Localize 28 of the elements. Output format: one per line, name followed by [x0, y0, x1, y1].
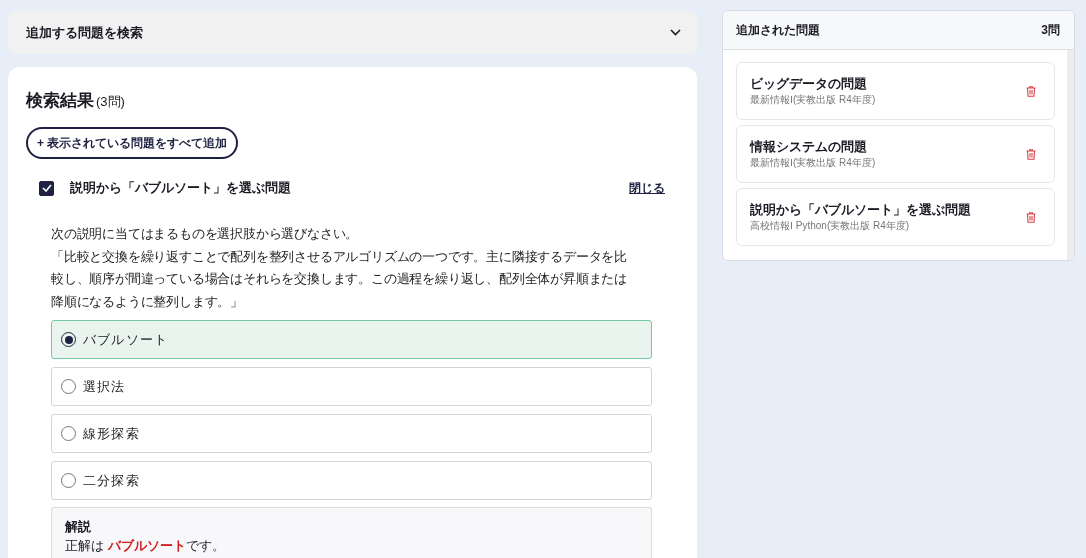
- answer-option[interactable]: 選択法: [51, 367, 652, 406]
- answer-option[interactable]: 二分探索: [51, 461, 652, 500]
- scrollbar[interactable]: [1067, 50, 1074, 260]
- question-source: 最新情報Ⅰ(実教出版 R4年度): [750, 93, 877, 106]
- answer-option[interactable]: バブルソート: [51, 320, 652, 359]
- answer-option[interactable]: 線形探索: [51, 414, 652, 453]
- explanation-title: 解説: [65, 518, 92, 535]
- close-link[interactable]: 閉じる: [629, 179, 665, 197]
- results-title: 検索結果: [26, 90, 94, 112]
- trash-icon[interactable]: [1026, 211, 1036, 223]
- explanation-text: 正解は バブルソートです。: [65, 537, 226, 554]
- checkmark-icon: [41, 184, 52, 192]
- question-title: 説明から「バブルソート」を選ぶ問題: [750, 202, 972, 219]
- trash-icon[interactable]: [1026, 85, 1036, 97]
- add-all-button[interactable]: + 表示されている問題をすべて追加: [26, 127, 239, 159]
- checkbox[interactable]: [39, 180, 54, 196]
- question-text: 「比較と交換を繰り返すことで配列を整列させるアルゴリズムの一つです。主に隣接するデータを比較し、順序が間違っている場合はそれらを交換します。この過程を繰り返し、配列全体が昇順または降順になるように整列します。」: [51, 247, 628, 311]
- question-title: ビッグデータの問題: [750, 76, 868, 93]
- panel-title: 追加された問題: [736, 21, 820, 39]
- results-count: (3問): [96, 93, 125, 111]
- trash-icon[interactable]: [1026, 148, 1036, 160]
- search-panel-toggle[interactable]: 追加する問題を検索: [8, 11, 697, 54]
- question-text: 次の説明に当てはまるものを選択肢から選びなさい。: [51, 225, 360, 243]
- question-title: 説明から「バブルソート」を選ぶ問題: [70, 179, 292, 197]
- question-source: 最新情報Ⅰ(実教出版 R4年度): [750, 156, 877, 169]
- panel-count: 3問: [1041, 21, 1060, 39]
- question-title: 情報システムの問題: [750, 139, 868, 156]
- question-source: 高校情報Ⅰ Python(実教出版 R4年度): [750, 219, 911, 232]
